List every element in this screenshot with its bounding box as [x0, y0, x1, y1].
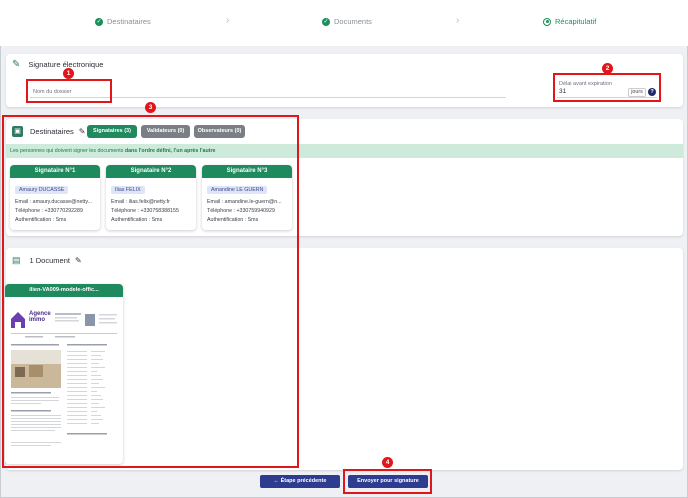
step-documents[interactable]: ✓ Documents	[322, 17, 372, 26]
step-recapitulatif[interactable]: Récapitulatif	[543, 17, 596, 26]
annotation-badge-4: 4	[382, 457, 393, 468]
annotation-box-1	[26, 79, 112, 103]
step-label: Destinataires	[107, 17, 151, 26]
signature-section-title: ✎ Signature électronique	[12, 59, 104, 70]
step-label: Récapitulatif	[555, 17, 597, 26]
current-step-icon	[543, 17, 551, 26]
chevron-right-icon: ›	[456, 15, 460, 26]
annotation-box-4	[343, 469, 432, 494]
stepper: ✓ Destinataires › ✓ Documents › Récapitu…	[0, 0, 688, 46]
arrow-left-icon: ←	[273, 478, 280, 484]
annotation-badge-2: 2	[602, 63, 613, 74]
step-label: Documents	[334, 17, 372, 26]
signature-icon: ✎	[12, 59, 21, 70]
annotation-box-2	[553, 73, 661, 102]
annotation-badge-1: 1	[63, 68, 74, 79]
annotation-badge-3: 3	[145, 102, 156, 113]
previous-step-button[interactable]: ← Étape précédente	[260, 475, 340, 488]
chevron-right-icon: ›	[226, 15, 230, 26]
step-destinataires[interactable]: ✓ Destinataires	[95, 17, 151, 26]
check-icon: ✓	[95, 17, 103, 26]
check-icon: ✓	[322, 17, 330, 26]
annotation-box-3	[2, 115, 299, 468]
